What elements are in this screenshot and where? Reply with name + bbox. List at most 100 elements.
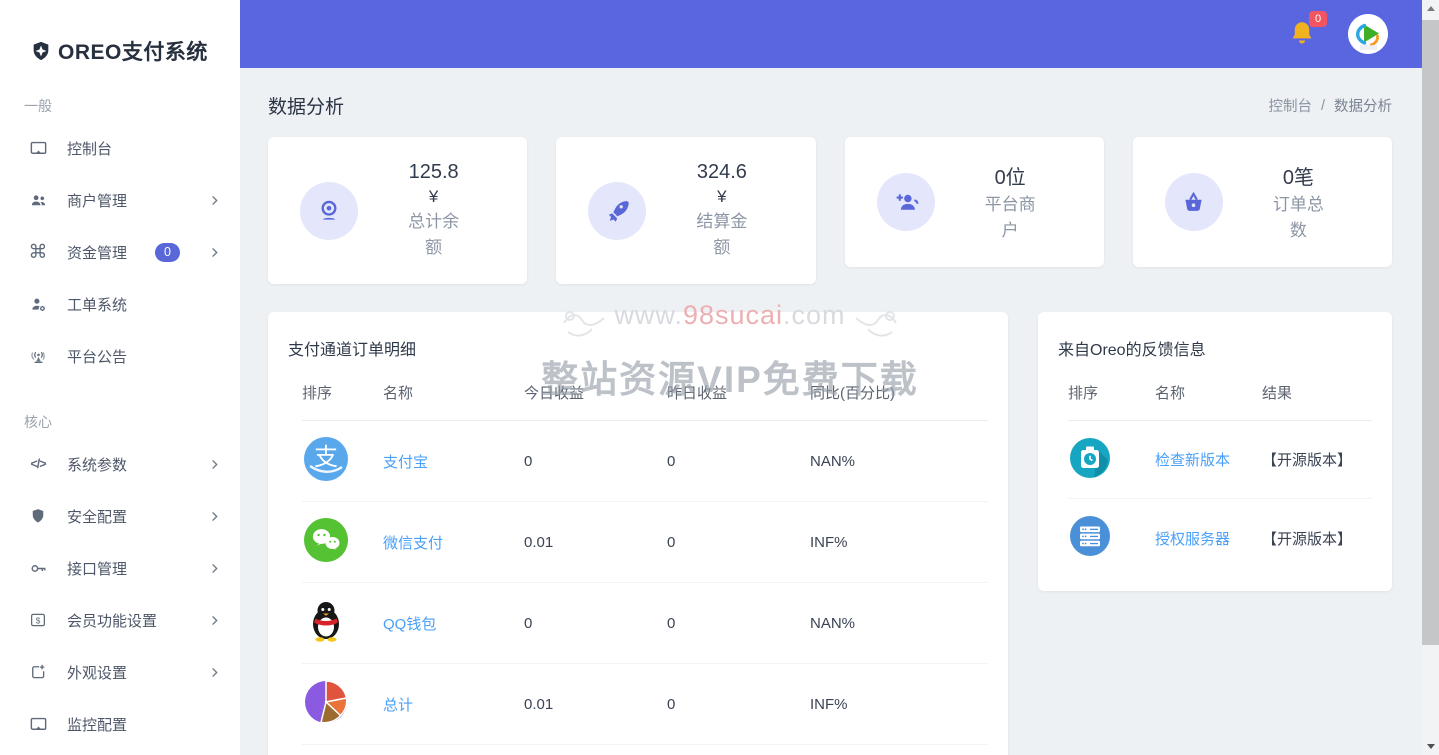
stat-label: 总计余额 bbox=[408, 212, 460, 257]
sidebar-item-member-features[interactable]: $ 会员功能设置 bbox=[0, 594, 240, 646]
svg-text:$: $ bbox=[36, 616, 41, 625]
channel-row: 支 支付宝 0 0 NAN% bbox=[302, 421, 988, 502]
breadcrumb-current: 数据分析 bbox=[1334, 99, 1392, 115]
scroll-up-arrow-icon[interactable] bbox=[1422, 0, 1439, 17]
app-logo: OREO支付系统 bbox=[0, 0, 240, 66]
chevron-right-icon bbox=[207, 457, 222, 472]
yesterday-revenue: 0 bbox=[667, 533, 676, 551]
avatar[interactable] bbox=[1348, 14, 1388, 54]
sidebar-item-ticket-system[interactable]: 工单系统 bbox=[0, 278, 240, 330]
svg-text:支: 支 bbox=[314, 444, 338, 471]
chevron-right-icon bbox=[207, 245, 222, 260]
basket-icon bbox=[1164, 173, 1223, 231]
user-gear-icon bbox=[28, 294, 48, 314]
sidebar-item-system-params[interactable]: </> 系统参数 bbox=[0, 438, 240, 490]
sidebar-item-label: 系统参数 bbox=[67, 456, 128, 474]
yesterday-revenue: 0 bbox=[667, 695, 676, 713]
sidebar-item-security-config[interactable]: 安全配置 bbox=[0, 490, 240, 542]
today-revenue: 0 bbox=[524, 614, 533, 632]
col-result: 结果 bbox=[1262, 385, 1293, 402]
stat-label: 平台商户 bbox=[984, 195, 1036, 240]
shield-logo-icon bbox=[30, 40, 52, 62]
sidebar-item-api-management[interactable]: 接口管理 bbox=[0, 542, 240, 594]
key-icon bbox=[28, 558, 48, 578]
sidebar-item-label: 监控配置 bbox=[67, 716, 128, 734]
sidebar: OREO支付系统 一般 控制台 商户管理 ⌘ 资金管理 0 工单系统 平台公告 … bbox=[0, 0, 240, 755]
chevron-right-icon bbox=[207, 561, 222, 576]
feedback-result: 【开源版本】 bbox=[1262, 452, 1353, 469]
scrollbar[interactable] bbox=[1422, 0, 1439, 755]
ratio-percent: INF% bbox=[810, 695, 848, 713]
appearance-icon bbox=[28, 662, 48, 682]
stat-card-settlement-amount: 324.6 ¥ 结算金额 bbox=[556, 137, 816, 284]
stat-card-total-balance: 125.8 ¥ 总计余额 bbox=[268, 137, 528, 284]
feedback-name-link[interactable]: 检查新版本 bbox=[1155, 449, 1262, 470]
wechat-icon bbox=[302, 516, 383, 568]
scroll-down-arrow-icon[interactable] bbox=[1422, 738, 1439, 755]
col-today: 今日收益 bbox=[524, 385, 585, 402]
feedback-panel: 来自Oreo的反馈信息 排序 名称 结果 检查新版本 【开源版本】 授权服务器 … bbox=[1038, 312, 1392, 591]
stat-card-total-orders: 0笔 订单总数 bbox=[1132, 137, 1392, 267]
command-icon: ⌘ bbox=[28, 241, 48, 263]
yesterday-revenue: 0 bbox=[667, 614, 676, 632]
channel-name-link[interactable]: 支付宝 bbox=[383, 451, 524, 472]
sidebar-item-merchant-management[interactable]: 商户管理 bbox=[0, 174, 240, 226]
notification-count-badge: 0 bbox=[1309, 11, 1327, 27]
channel-name-link[interactable]: 微信支付 bbox=[383, 532, 524, 553]
notification-bell-icon[interactable]: 0 bbox=[1288, 11, 1327, 49]
sidebar-item-label: 会员功能设置 bbox=[67, 612, 158, 630]
page-title: 数据分析 bbox=[268, 97, 345, 118]
channel-name-link[interactable]: 总计 bbox=[383, 694, 524, 715]
topbar: 0 bbox=[240, 0, 1422, 68]
sidebar-item-monitor-config[interactable]: 监控配置 bbox=[0, 698, 240, 750]
main-content: 数据分析 控制台 / 数据分析 125.8 ¥ 总计余额 324.6 ¥ 结算金… bbox=[240, 68, 1422, 755]
col-name: 名称 bbox=[383, 385, 414, 402]
monitor-icon bbox=[28, 138, 48, 158]
stat-card-platform-merchants: 0位 平台商户 bbox=[844, 137, 1104, 267]
breadcrumb-separator: / bbox=[1320, 97, 1325, 114]
version-check-icon bbox=[1068, 436, 1155, 484]
channels-panel-title: 支付通道订单明细 bbox=[288, 342, 417, 359]
feedback-name-link[interactable]: 授权服务器 bbox=[1155, 528, 1262, 549]
payment-channels-panel: 支付通道订单明细 排序 名称 今日收益 昨日收益 同比(百分比) 支 支付宝 0… bbox=[268, 312, 1008, 755]
yesterday-revenue: 0 bbox=[667, 452, 676, 470]
sidebar-item-label: 安全配置 bbox=[67, 508, 128, 526]
ratio-percent: NAN% bbox=[810, 614, 856, 632]
sidebar-item-platform-announcement[interactable]: 平台公告 bbox=[0, 330, 240, 382]
member-dollar-icon: $ bbox=[28, 610, 48, 630]
user-plus-icon bbox=[876, 173, 935, 231]
monitor-icon bbox=[28, 714, 48, 734]
sidebar-menu: 一般 控制台 商户管理 ⌘ 资金管理 0 工单系统 平台公告 核心 </> 系统… bbox=[0, 96, 240, 750]
sidebar-item-funds-management[interactable]: ⌘ 资金管理 0 bbox=[0, 226, 240, 278]
sidebar-item-appearance-settings[interactable]: 外观设置 bbox=[0, 646, 240, 698]
today-revenue: 0.01 bbox=[524, 533, 554, 551]
chevron-right-icon bbox=[207, 509, 222, 524]
sidebar-item-label: 接口管理 bbox=[67, 560, 128, 578]
sidebar-item-console[interactable]: 控制台 bbox=[0, 122, 240, 174]
feedback-table-header: 排序 名称 结果 bbox=[1068, 382, 1372, 421]
users-icon bbox=[28, 190, 48, 210]
sidebar-section-label: 核心 bbox=[24, 414, 52, 430]
col-sort: 排序 bbox=[1068, 385, 1099, 402]
scrollbar-thumb[interactable] bbox=[1422, 20, 1439, 645]
today-revenue: 0 bbox=[524, 452, 533, 470]
stat-value: 125.8 bbox=[408, 161, 459, 183]
stat-value: 0位 bbox=[994, 167, 1026, 189]
stat-currency: ¥ bbox=[428, 187, 439, 206]
stat-value: 324.6 bbox=[696, 161, 747, 183]
code-icon: </> bbox=[30, 457, 46, 471]
alipay-icon: 支 bbox=[302, 435, 383, 487]
chevron-right-icon bbox=[207, 613, 222, 628]
sidebar-item-label: 商户管理 bbox=[67, 192, 128, 210]
feedback-panel-title: 来自Oreo的反馈信息 bbox=[1058, 342, 1206, 359]
chevron-right-icon bbox=[207, 193, 222, 208]
sidebar-item-label: 平台公告 bbox=[67, 348, 128, 366]
rocket-icon bbox=[588, 181, 647, 240]
col-sort: 排序 bbox=[302, 385, 333, 402]
chevron-right-icon bbox=[207, 665, 222, 680]
col-name: 名称 bbox=[1155, 385, 1186, 402]
app-title: OREO支付系统 bbox=[58, 41, 208, 64]
channel-name-link[interactable]: QQ钱包 bbox=[383, 613, 524, 634]
qq-wallet-icon bbox=[302, 597, 383, 649]
breadcrumb-link-console[interactable]: 控制台 bbox=[1268, 95, 1312, 116]
